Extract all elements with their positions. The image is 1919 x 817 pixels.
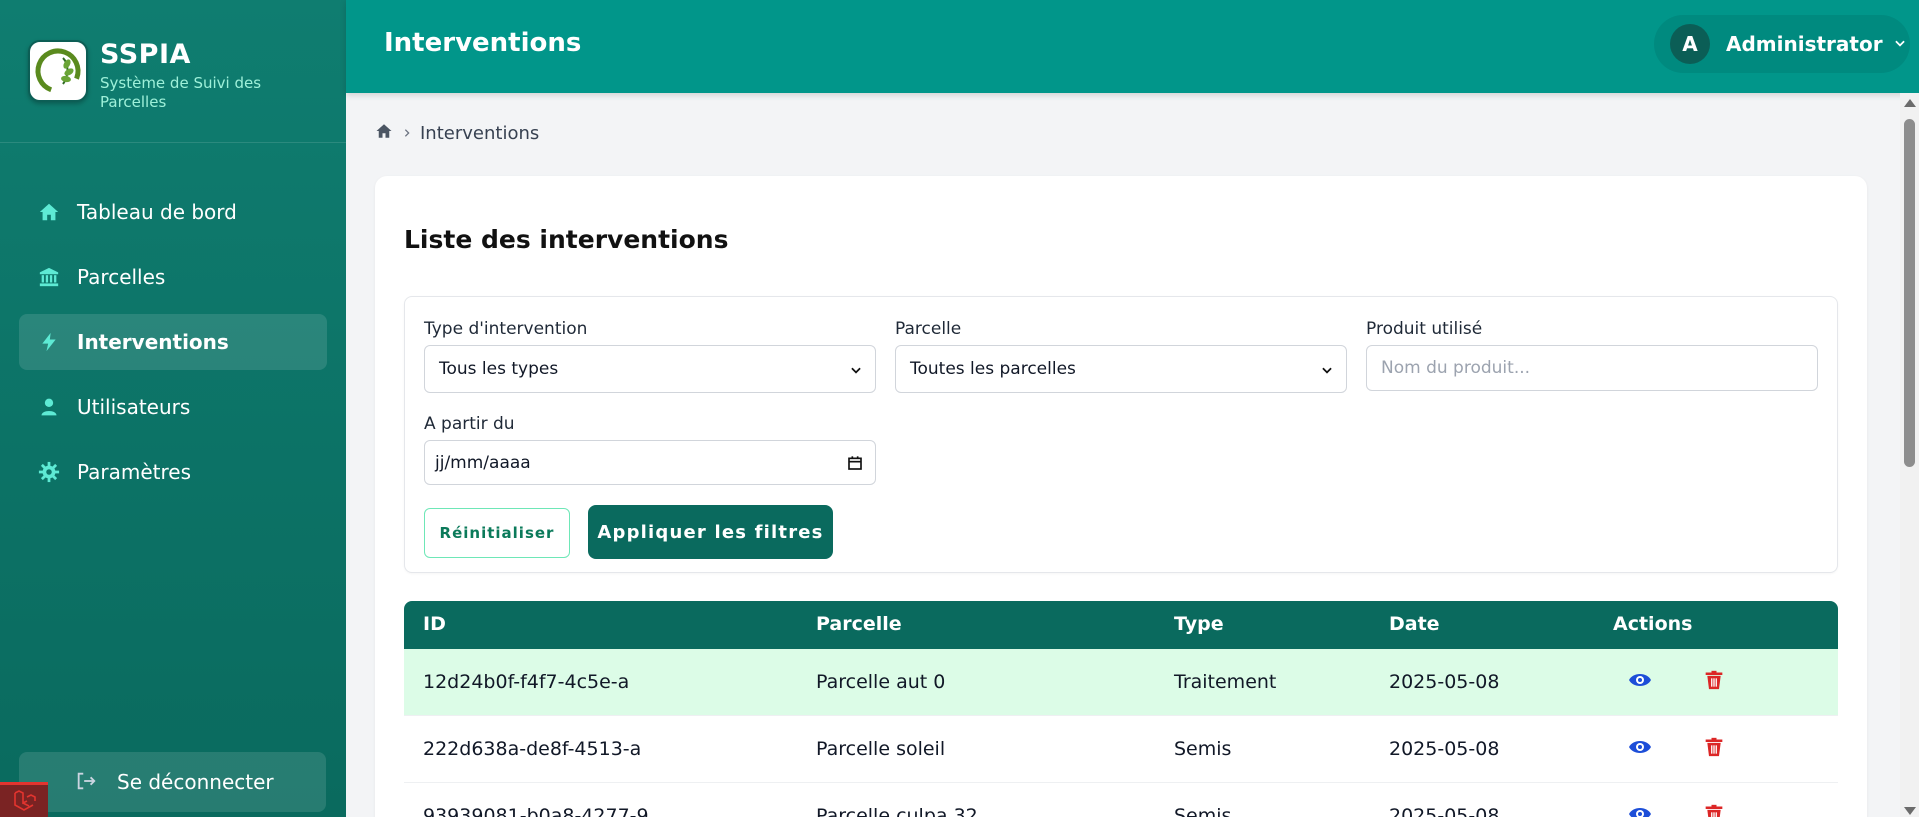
sidebar: SSPIA Système de Suivi des Parcelles Tab… [0, 0, 346, 817]
view-icon[interactable] [1627, 668, 1653, 697]
app-name: SSPIA [100, 39, 191, 70]
home-icon [37, 200, 61, 224]
cell-date: 2025-05-08 [1389, 738, 1500, 760]
user-name: Administrator [1726, 32, 1883, 56]
interventions-card: Liste des interventions Type d'intervent… [375, 176, 1867, 817]
logout-icon [75, 770, 97, 797]
breadcrumb-current: Interventions [420, 123, 540, 144]
sidebar-item-label: Tableau de bord [77, 200, 237, 224]
column-header-type[interactable]: Type [1174, 613, 1224, 635]
reset-button[interactable]: Réinitialiser [424, 508, 570, 558]
sidebar-item-interventions[interactable]: Interventions [19, 314, 327, 370]
column-header-actions: Actions [1613, 613, 1693, 635]
type-select[interactable]: Tous les types [424, 345, 876, 393]
scroll-down-icon[interactable] [1904, 807, 1916, 815]
chevron-down-icon [1893, 35, 1907, 54]
table-header: ID Parcelle Type Date Actions [404, 601, 1838, 649]
chevron-down-icon [1320, 362, 1334, 382]
date-placeholder: jj/mm/aaaa [435, 452, 531, 473]
sidebar-nav: Tableau de bord Parcelles Interventions … [0, 143, 346, 500]
produit-input[interactable]: Nom du produit... [1366, 345, 1818, 391]
user-menu-button[interactable]: A Administrator [1654, 15, 1910, 73]
cell-date: 2025-05-08 [1389, 805, 1500, 817]
delete-icon[interactable] [1704, 802, 1724, 817]
app-subtitle: Système de Suivi des Parcelles [100, 74, 262, 111]
filters-panel: Type d'intervention Tous les types Parce… [404, 296, 1838, 573]
header: Interventions A Administrator [346, 0, 1919, 93]
view-icon[interactable] [1627, 802, 1653, 817]
type-select-value: Tous les types [439, 359, 559, 379]
cell-type: Traitement [1174, 671, 1277, 693]
page-title: Interventions [384, 28, 582, 58]
cell-id: 93939081-b0a8-4277-9 [423, 805, 649, 817]
delete-icon[interactable] [1704, 735, 1724, 764]
app-logo [28, 40, 88, 102]
cell-parcelle: Parcelle soleil [816, 738, 946, 760]
cell-id: 12d24b0f-f4f7-4c5e-a [423, 671, 630, 693]
logout-button[interactable]: Se déconnecter [19, 752, 326, 812]
breadcrumb: Interventions [374, 122, 539, 145]
chevron-right-icon [402, 123, 412, 144]
scroll-thumb[interactable] [1904, 119, 1915, 467]
table-row[interactable]: 93939081-b0a8-4277-9 Parcelle culpa 32 S… [404, 783, 1838, 817]
bank-icon [37, 265, 61, 289]
column-header-date[interactable]: Date [1389, 613, 1440, 635]
gear-icon [37, 460, 61, 484]
apply-filters-button[interactable]: Appliquer les filtres [588, 505, 833, 559]
sidebar-item-label: Paramètres [77, 460, 192, 484]
table-row[interactable]: 222d638a-de8f-4513-a Parcelle soleil Sem… [404, 716, 1838, 783]
parcelle-select-value: Toutes les parcelles [910, 359, 1076, 379]
cell-date: 2025-05-08 [1389, 671, 1500, 693]
date-filter-label: A partir du [424, 414, 515, 434]
cell-parcelle: Parcelle aut 0 [816, 671, 946, 693]
avatar: A [1670, 24, 1710, 64]
home-icon[interactable] [374, 122, 394, 145]
sidebar-item-label: Utilisateurs [77, 395, 191, 419]
sidebar-item-parametres[interactable]: Paramètres [19, 444, 327, 500]
interventions-table: ID Parcelle Type Date Actions 12d24b0f-f… [404, 601, 1838, 817]
column-header-parcelle[interactable]: Parcelle [816, 613, 902, 635]
cell-id: 222d638a-de8f-4513-a [423, 738, 642, 760]
type-filter-label: Type d'intervention [424, 319, 588, 339]
sidebar-item-label: Parcelles [77, 265, 166, 289]
cell-parcelle: Parcelle culpa 32 [816, 805, 978, 817]
calendar-icon[interactable] [847, 455, 863, 476]
chevron-down-icon [849, 362, 863, 382]
card-title: Liste des interventions [404, 225, 729, 254]
laravel-logo-icon[interactable] [0, 782, 48, 817]
brand: SSPIA Système de Suivi des Parcelles [0, 0, 346, 143]
produit-placeholder: Nom du produit... [1381, 358, 1531, 378]
user-icon [37, 395, 61, 419]
view-icon[interactable] [1627, 735, 1653, 764]
cell-type: Semis [1174, 805, 1232, 817]
produit-filter-label: Produit utilisé [1366, 319, 1483, 339]
page-scrollbar[interactable] [1900, 93, 1919, 817]
column-header-id[interactable]: ID [423, 613, 446, 635]
sidebar-item-label: Interventions [77, 330, 229, 354]
bolt-icon [37, 330, 61, 354]
sidebar-item-utilisateurs[interactable]: Utilisateurs [19, 379, 327, 435]
scroll-up-icon[interactable] [1904, 99, 1916, 107]
sidebar-item-tableau-de-bord[interactable]: Tableau de bord [19, 184, 327, 240]
delete-icon[interactable] [1704, 668, 1724, 697]
table-row[interactable]: 12d24b0f-f4f7-4c5e-a Parcelle aut 0 Trai… [404, 649, 1838, 716]
parcelle-filter-label: Parcelle [895, 319, 962, 339]
parcelle-select[interactable]: Toutes les parcelles [895, 345, 1347, 393]
sidebar-item-parcelles[interactable]: Parcelles [19, 249, 327, 305]
logout-label: Se déconnecter [117, 770, 274, 794]
cell-type: Semis [1174, 738, 1232, 760]
date-input[interactable]: jj/mm/aaaa [424, 440, 876, 485]
